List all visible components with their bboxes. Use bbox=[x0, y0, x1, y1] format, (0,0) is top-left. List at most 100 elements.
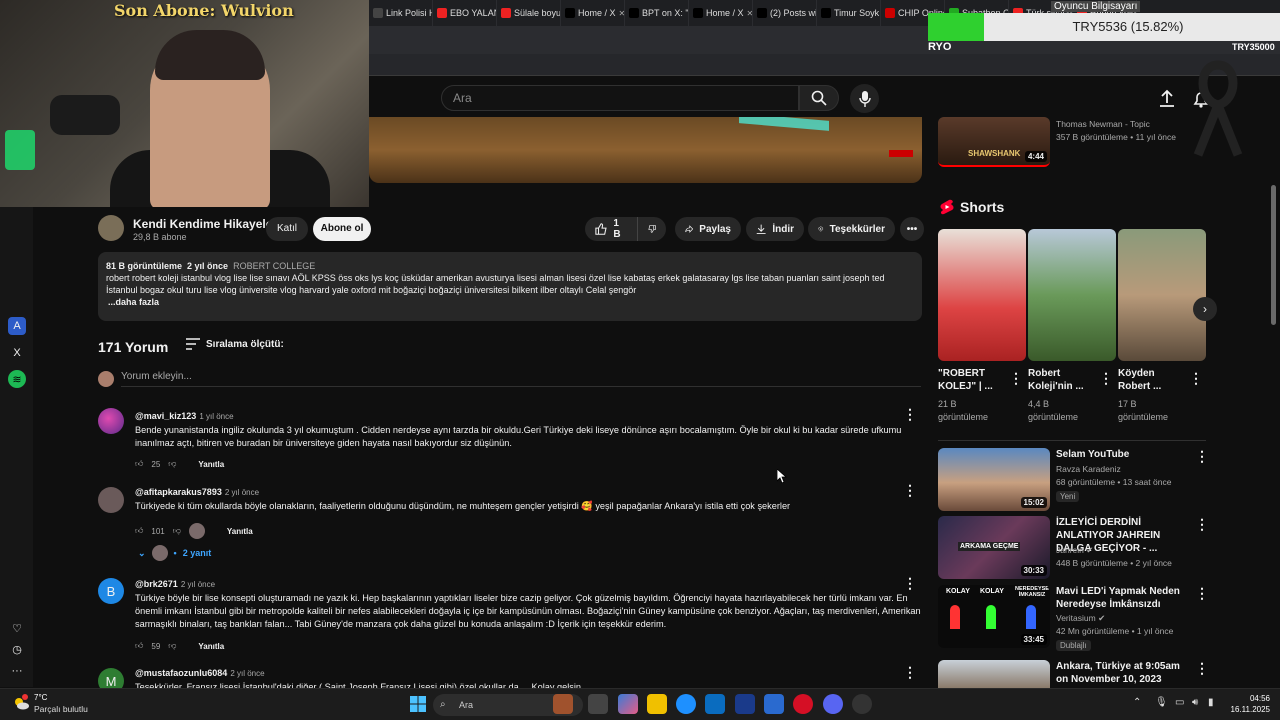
hashtag[interactable]: ROBERT COLLEGE bbox=[233, 261, 315, 271]
heart-icon[interactable]: ♡ bbox=[8, 619, 26, 637]
join-button[interactable]: Katıl bbox=[266, 217, 308, 241]
comment-menu-icon[interactable]: ⋮ bbox=[903, 406, 917, 423]
channel-avatar[interactable] bbox=[98, 215, 124, 241]
thanks-button[interactable]: $ Teşekkürler bbox=[808, 217, 895, 241]
add-comment-input[interactable]: Yorum ekleyin... bbox=[121, 371, 921, 387]
video-title[interactable]: Ankara, Türkiye at 9:05am on November 10… bbox=[1056, 660, 1191, 686]
show-more-link[interactable]: ...daha fazla bbox=[108, 296, 914, 308]
video-title[interactable]: Mavi LED'i Yapmak Neden Neredeyse İmkâns… bbox=[1056, 585, 1186, 611]
app-icon[interactable] bbox=[735, 694, 755, 714]
clock[interactable]: 04:56 16.11.2025 bbox=[1224, 693, 1270, 715]
video-thumbnail[interactable]: SHAWSHANK 4:44 bbox=[938, 117, 1050, 167]
video-menu-icon[interactable]: ⋮ bbox=[1195, 448, 1209, 465]
spotify-icon[interactable]: ≋ bbox=[8, 370, 26, 388]
edge-icon[interactable] bbox=[676, 694, 696, 714]
task-view-icon[interactable] bbox=[588, 694, 608, 714]
mail-icon[interactable] bbox=[764, 694, 784, 714]
browser-tab[interactable]: EBO YALAN✕ bbox=[433, 0, 497, 26]
reply-button[interactable]: Yanıtla bbox=[227, 527, 253, 536]
video-menu-icon[interactable]: ⋮ bbox=[1195, 516, 1209, 533]
short-menu-icon[interactable]: ⋮ bbox=[1189, 370, 1203, 387]
short-thumbnail[interactable] bbox=[1118, 229, 1206, 361]
video-channel[interactable]: Thomas Newman - Topic bbox=[1056, 118, 1150, 131]
battery-icon[interactable]: ▮ bbox=[1208, 697, 1214, 708]
x-icon[interactable]: X bbox=[8, 344, 26, 362]
browser-tab[interactable]: BPT on X: "✕ bbox=[625, 0, 689, 26]
comment-menu-icon[interactable]: ⋮ bbox=[903, 575, 917, 592]
reply-button[interactable]: Yanıtla bbox=[198, 642, 224, 651]
thumbs-down-icon[interactable]: 👎︎ bbox=[173, 526, 181, 536]
video-menu-icon[interactable]: ⋮ bbox=[1195, 660, 1209, 677]
video-channel[interactable]: Veritasium ✔ bbox=[1056, 612, 1105, 625]
sort-button[interactable]: Sıralama ölçütü: bbox=[186, 338, 284, 350]
video-player[interactable] bbox=[369, 117, 922, 183]
file-explorer-icon[interactable] bbox=[647, 694, 667, 714]
video-channel[interactable]: Ravza Karadeniz bbox=[1056, 463, 1121, 476]
comment-avatar[interactable] bbox=[98, 487, 124, 513]
more-icon[interactable]: ··· bbox=[8, 662, 26, 680]
thumbs-up-icon[interactable]: 👍︎ bbox=[135, 526, 143, 536]
short-thumbnail[interactable] bbox=[1028, 229, 1116, 361]
upload-button[interactable] bbox=[1156, 88, 1178, 113]
search-highlight-icon[interactable] bbox=[553, 694, 573, 714]
video-thumbnail[interactable] bbox=[938, 660, 1050, 688]
store-icon[interactable] bbox=[705, 694, 725, 714]
more-actions-button[interactable]: ••• bbox=[900, 217, 924, 241]
short-title[interactable]: Robert Koleji'nin ... bbox=[1028, 367, 1098, 393]
comment-menu-icon[interactable]: ⋮ bbox=[903, 482, 917, 499]
video-channel[interactable]: Jahrein ✔ bbox=[1056, 544, 1093, 557]
browser-tab[interactable]: Link Polisi H✕ bbox=[369, 0, 433, 26]
thumbs-down-icon[interactable]: 👎︎ bbox=[168, 641, 176, 651]
search-input[interactable]: Ara bbox=[441, 85, 799, 111]
comment-author[interactable]: @mustafaozunlu6084 2 yıl önce bbox=[135, 668, 265, 678]
history-icon[interactable]: ◷ bbox=[8, 640, 26, 658]
video-thumbnail[interactable]: ARKAMA GEÇME 30:33 bbox=[938, 516, 1050, 579]
obs-icon[interactable] bbox=[852, 694, 872, 714]
scrollbar-thumb[interactable] bbox=[1271, 185, 1276, 325]
volume-icon[interactable]: 🔊︎ bbox=[1192, 697, 1198, 708]
comment-menu-icon[interactable]: ⋮ bbox=[903, 664, 917, 681]
comment-author[interactable]: @brk2671 2 yıl önce bbox=[135, 579, 215, 589]
microphone-icon[interactable]: 🎙︎ bbox=[1155, 697, 1168, 708]
short-thumbnail[interactable] bbox=[938, 229, 1026, 361]
reply-button[interactable]: Yanıtla bbox=[198, 460, 224, 469]
browser-tab[interactable]: (2) Posts wi✕ bbox=[753, 0, 817, 26]
comment-avatar[interactable]: B bbox=[98, 578, 124, 604]
view-replies-button[interactable]: ⌄ • 2 yanıt bbox=[138, 545, 211, 561]
thumbs-up-icon[interactable]: 👍︎ bbox=[135, 641, 143, 651]
thumbs-down-icon[interactable]: 👎︎ bbox=[168, 459, 176, 469]
opera-icon[interactable] bbox=[793, 694, 813, 714]
shorts-next-button[interactable]: › bbox=[1193, 297, 1217, 321]
browser-tab[interactable]: Timur Soyk✕ bbox=[817, 0, 881, 26]
browser-tab[interactable]: Home / X ✕ bbox=[561, 0, 625, 26]
short-menu-icon[interactable]: ⋮ bbox=[1009, 370, 1023, 387]
download-button[interactable]: İndir bbox=[746, 217, 804, 241]
browser-tab[interactable]: Sülale boyu✕ bbox=[497, 0, 561, 26]
comment-avatar[interactable] bbox=[98, 408, 124, 434]
channel-name[interactable]: Kendi Kendime Hikayeler bbox=[133, 217, 277, 231]
windows-start-icon[interactable] bbox=[410, 696, 426, 712]
video-thumbnail[interactable]: 15:02 bbox=[938, 448, 1050, 511]
video-thumbnail[interactable]: KOLAY KOLAY NEREDEYSE İMKANSIZ 33:45 bbox=[938, 585, 1050, 648]
discord-icon[interactable] bbox=[823, 694, 843, 714]
weather-icon[interactable] bbox=[12, 694, 30, 712]
video-description[interactable]: 81 B görüntüleme 2 yıl önce ROBERT COLLE… bbox=[98, 252, 922, 321]
dislike-button[interactable] bbox=[637, 217, 666, 241]
copilot-icon[interactable] bbox=[618, 694, 638, 714]
video-title[interactable]: Selam YouTube bbox=[1056, 448, 1186, 461]
comment-author[interactable]: @mavi_kiz123 1 yıl önce bbox=[135, 411, 234, 421]
network-icon[interactable]: ▭ bbox=[1175, 697, 1184, 708]
browser-tab[interactable]: Home / X ✕ bbox=[689, 0, 753, 26]
video-menu-icon[interactable]: ⋮ bbox=[1195, 585, 1209, 602]
short-menu-icon[interactable]: ⋮ bbox=[1099, 370, 1113, 387]
short-title[interactable]: "ROBERT KOLEJ" | ... bbox=[938, 367, 1008, 393]
search-button[interactable] bbox=[799, 85, 839, 111]
share-button[interactable]: Paylaş bbox=[675, 217, 741, 241]
comment-author[interactable]: @afitapkarakus7893 2 yıl önce bbox=[135, 487, 259, 497]
like-button[interactable]: 1 B bbox=[585, 217, 637, 241]
voice-search-button[interactable] bbox=[850, 84, 879, 113]
short-title[interactable]: Köyden Robert ... bbox=[1118, 367, 1188, 393]
chevron-up-icon[interactable]: ⌃ bbox=[1133, 697, 1141, 708]
thumbs-up-icon[interactable]: 👍︎ bbox=[135, 459, 143, 469]
subscribe-button[interactable]: Abone ol bbox=[313, 217, 371, 241]
